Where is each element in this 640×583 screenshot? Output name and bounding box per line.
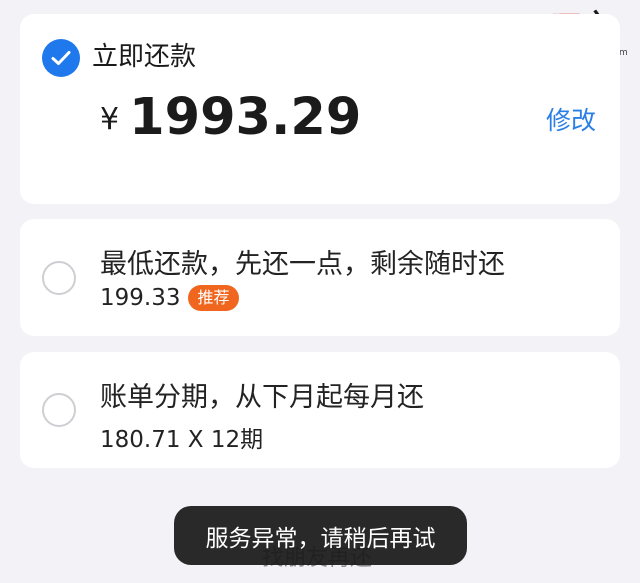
currency-symbol: ¥	[100, 101, 120, 137]
repay-now-title: 立即还款	[92, 42, 197, 72]
installment-option-card[interactable]: 账单分期，从下月起每月还 180.71 X 12期	[20, 352, 620, 468]
repay-now-amount-row: ¥ 1993.29	[100, 84, 361, 150]
selected-check-icon[interactable]	[42, 39, 80, 77]
repay-now-option-card[interactable]: 立即还款 ¥ 1993.29 修改	[20, 14, 620, 204]
minimum-payment-option-card[interactable]: 最低还款，先还一点，剩余随时还 199.33 推荐	[20, 219, 620, 336]
unselected-radio-icon[interactable]	[42, 393, 76, 427]
minimum-payment-title: 最低还款，先还一点，剩余随时还	[100, 249, 505, 280]
recommended-badge: 推荐	[188, 285, 239, 311]
unselected-radio-icon[interactable]	[42, 261, 76, 295]
error-toast: 服务异常，请稍后再试	[174, 506, 467, 565]
minimum-payment-amount: 199.33	[100, 285, 181, 311]
edit-amount-link[interactable]: 修改	[546, 101, 596, 137]
installment-amount: 180.71 X 12期	[100, 427, 264, 453]
installment-title: 账单分期，从下月起每月还	[100, 382, 424, 413]
minimum-payment-amount-row: 199.33 推荐	[100, 285, 239, 311]
repay-now-amount: 1993.29	[129, 87, 362, 147]
